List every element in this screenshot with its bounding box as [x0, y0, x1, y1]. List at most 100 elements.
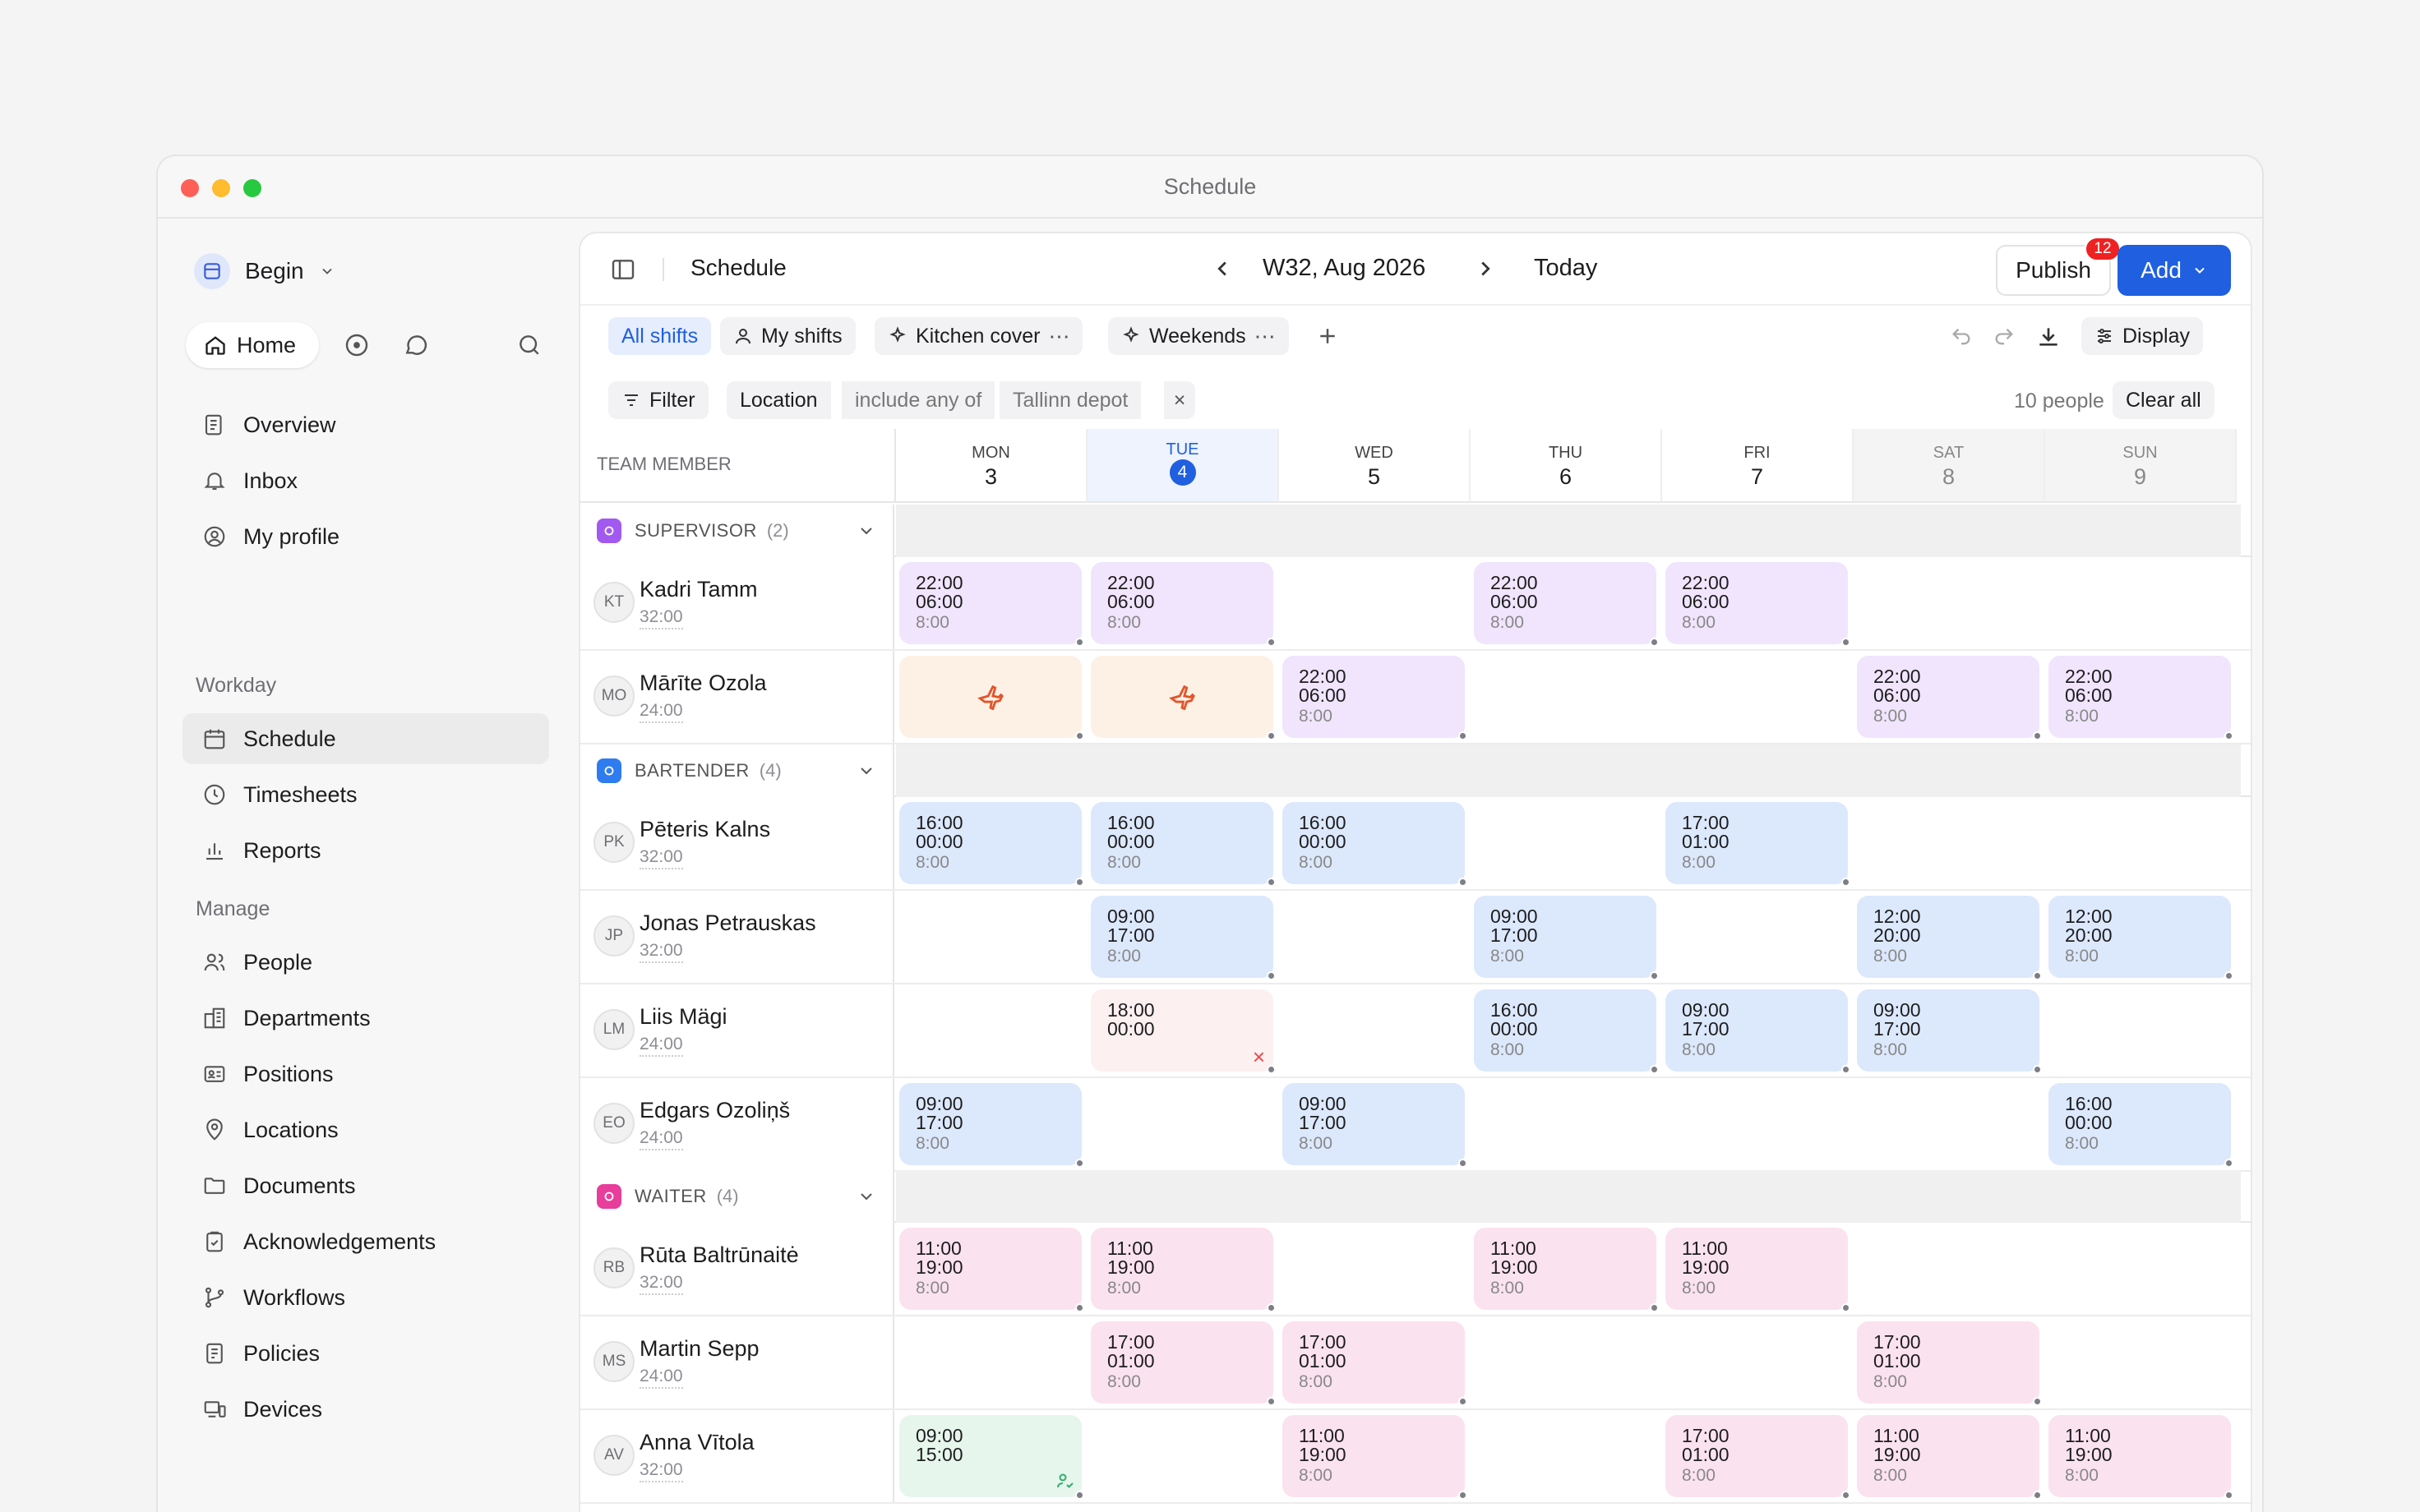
- shift-card[interactable]: 17:00 01:00 8:00: [1665, 1415, 1850, 1500]
- filter-value[interactable]: Tallinn depot: [998, 381, 1142, 419]
- day-header-fri[interactable]: FRI 7: [1662, 429, 1854, 503]
- sidebar-item-people[interactable]: People: [182, 937, 549, 988]
- display-button[interactable]: Display: [2081, 317, 2203, 355]
- tab-kitchen-cover[interactable]: Kitchen cover ⋯: [875, 317, 1083, 355]
- search-icon[interactable]: [516, 332, 543, 358]
- home-button[interactable]: Home: [186, 322, 319, 368]
- resize-handle[interactable]: [1267, 971, 1276, 980]
- shift-card[interactable]: 11:00 19:00 8:00: [2048, 1415, 2233, 1500]
- resize-handle[interactable]: [2033, 1491, 2042, 1500]
- member-cell[interactable]: EO Edgars Ozoliņš 24:00: [580, 1078, 894, 1170]
- sidebar-item-locations[interactable]: Locations: [182, 1104, 549, 1155]
- shift-card[interactable]: 09:00 17:00 8:00: [1857, 989, 2042, 1074]
- chevron-down-icon[interactable]: [857, 1187, 876, 1206]
- shift-card[interactable]: 22:00 06:00 8:00: [1665, 562, 1850, 647]
- resize-handle[interactable]: [2224, 1491, 2233, 1500]
- resize-handle[interactable]: [1841, 878, 1850, 887]
- resize-handle[interactable]: [2033, 1065, 2042, 1074]
- resize-handle[interactable]: [2033, 1397, 2042, 1406]
- shift-card[interactable]: 11:00 19:00 8:00: [1665, 1228, 1850, 1312]
- member-cell[interactable]: JP Jonas Petrauskas 32:00: [580, 891, 894, 983]
- day-header-tue[interactable]: TUE 4: [1088, 429, 1279, 503]
- group-header-waiter[interactable]: WAITER (4): [580, 1170, 2251, 1223]
- resize-handle[interactable]: [1075, 1303, 1084, 1312]
- resize-handle[interactable]: [2033, 971, 2042, 980]
- resize-handle[interactable]: [1458, 731, 1467, 740]
- member-cell[interactable]: AV Anna Vītola 32:00: [580, 1410, 894, 1502]
- tab-my-shifts[interactable]: My shifts: [720, 317, 856, 355]
- resize-handle[interactable]: [2224, 731, 2233, 740]
- sidebar-item-documents[interactable]: Documents: [182, 1160, 549, 1211]
- resize-handle[interactable]: [2033, 731, 2042, 740]
- sidebar-item-policies[interactable]: Policies: [182, 1328, 549, 1379]
- resize-handle[interactable]: [1841, 1303, 1850, 1312]
- time-off-block[interactable]: [1091, 656, 1276, 740]
- resize-handle[interactable]: [1650, 971, 1659, 980]
- resize-handle[interactable]: [1075, 1159, 1084, 1168]
- activity-icon[interactable]: [344, 332, 370, 358]
- resize-handle[interactable]: [1075, 638, 1084, 647]
- day-header-sat[interactable]: SAT 8: [1854, 429, 2045, 503]
- group-header-supervisor[interactable]: SUPERVISOR (2): [580, 505, 2251, 557]
- shift-card[interactable]: 09:00 17:00 8:00: [1474, 896, 1659, 980]
- member-cell[interactable]: PK Pēteris Kalns 32:00: [580, 797, 894, 889]
- time-off-block[interactable]: [899, 656, 1084, 740]
- tab-all-shifts[interactable]: All shifts: [608, 317, 712, 355]
- shift-card[interactable]: 11:00 19:00 8:00: [1282, 1415, 1467, 1500]
- resize-handle[interactable]: [1458, 878, 1467, 887]
- sidebar-toggle-icon[interactable]: [610, 256, 636, 283]
- resize-handle[interactable]: [1267, 638, 1276, 647]
- resize-handle[interactable]: [1267, 731, 1276, 740]
- workspace-switcher[interactable]: Begin: [194, 253, 335, 289]
- sidebar-item-overview[interactable]: Overview: [182, 399, 549, 450]
- shift-card[interactable]: 16:00 00:00 8:00: [1474, 989, 1659, 1074]
- shift-card[interactable]: 16:00 00:00 8:00: [899, 802, 1084, 887]
- resize-handle[interactable]: [1458, 1397, 1467, 1406]
- shift-card[interactable]: 09:00 17:00 8:00: [1665, 989, 1850, 1074]
- shift-card[interactable]: 16:00 00:00 8:00: [2048, 1083, 2233, 1168]
- resize-handle[interactable]: [1075, 878, 1084, 887]
- shift-card[interactable]: 22:00 06:00 8:00: [899, 562, 1084, 647]
- shift-card[interactable]: 18:00 00:00 ×: [1091, 989, 1276, 1074]
- resize-handle[interactable]: [1650, 638, 1659, 647]
- filter-operator[interactable]: include any of: [840, 381, 995, 419]
- shift-card[interactable]: 22:00 06:00 8:00: [2048, 656, 2233, 740]
- remove-filter-button[interactable]: ×: [1162, 381, 1195, 419]
- day-header-sun[interactable]: SUN 9: [2045, 429, 2237, 503]
- resize-handle[interactable]: [1267, 878, 1276, 887]
- redo-icon[interactable]: [1993, 325, 2016, 348]
- sidebar-item-devices[interactable]: Devices: [182, 1384, 549, 1435]
- shift-card[interactable]: 09:00 15:00: [899, 1415, 1084, 1500]
- filter-field[interactable]: Location: [727, 381, 831, 419]
- resize-handle[interactable]: [1841, 1065, 1850, 1074]
- clear-all-button[interactable]: Clear all: [2113, 381, 2214, 419]
- day-header-mon[interactable]: MON 3: [896, 429, 1088, 503]
- resize-handle[interactable]: [1650, 1065, 1659, 1074]
- today-button[interactable]: Today: [1534, 255, 1597, 282]
- member-cell[interactable]: MO Mārīte Ozola 24:00: [580, 651, 894, 743]
- resize-handle[interactable]: [1841, 638, 1850, 647]
- shift-card[interactable]: 17:00 01:00 8:00: [1091, 1321, 1276, 1406]
- member-cell[interactable]: RB Rūta Baltrūnaitė 32:00: [580, 1223, 894, 1315]
- group-header-bartender[interactable]: BARTENDER (4): [580, 744, 2251, 797]
- resize-handle[interactable]: [2224, 971, 2233, 980]
- chevron-right-icon[interactable]: [1473, 256, 1498, 281]
- member-cell[interactable]: LM Liis Mägi 24:00: [580, 984, 894, 1076]
- undo-icon[interactable]: [1950, 325, 1973, 348]
- more-icon[interactable]: ⋯: [1254, 324, 1276, 349]
- more-icon[interactable]: ⋯: [1048, 324, 1069, 349]
- shift-card[interactable]: 12:00 20:00 8:00: [2048, 896, 2233, 980]
- shift-card[interactable]: 11:00 19:00 8:00: [1091, 1228, 1276, 1312]
- week-label[interactable]: W32, Aug 2026: [1263, 255, 1425, 282]
- sidebar-item-departments[interactable]: Departments: [182, 993, 549, 1044]
- add-view-icon[interactable]: [1315, 324, 1340, 348]
- shift-card[interactable]: 11:00 19:00 8:00: [899, 1228, 1084, 1312]
- shift-card[interactable]: 17:00 01:00 8:00: [1665, 802, 1850, 887]
- tab-weekends[interactable]: Weekends ⋯: [1108, 317, 1289, 355]
- resize-handle[interactable]: [1267, 1065, 1276, 1074]
- sidebar-item-schedule[interactable]: Schedule: [182, 713, 549, 764]
- shift-card[interactable]: 17:00 01:00 8:00: [1282, 1321, 1467, 1406]
- sidebar-item-workflows[interactable]: Workflows: [182, 1272, 549, 1323]
- resize-handle[interactable]: [1458, 1491, 1467, 1500]
- resize-handle[interactable]: [1075, 1491, 1084, 1500]
